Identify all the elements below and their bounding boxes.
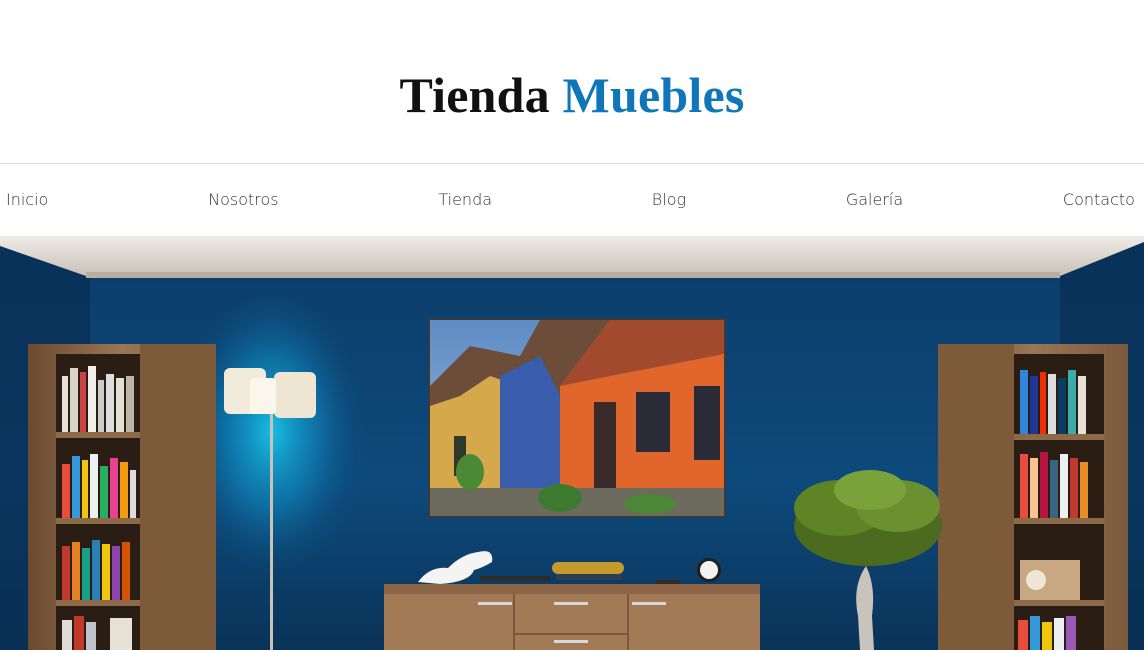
nav-link-nosotros[interactable]: Nosotros	[208, 190, 279, 209]
nav-link-blog[interactable]: Blog	[652, 190, 686, 209]
nav-link-galeria[interactable]: Galería	[846, 190, 903, 209]
site-logo[interactable]: Tienda Muebles	[399, 66, 744, 124]
nav-link-contacto[interactable]: Contacto	[1063, 190, 1135, 209]
hero-banner	[0, 236, 1144, 650]
hero-image	[0, 236, 1144, 650]
nav-link-inicio[interactable]: Inicio	[6, 190, 48, 209]
logo-accent-text: Muebles	[562, 66, 745, 123]
logo-text: Tienda	[399, 66, 550, 123]
nav-link-tienda[interactable]: Tienda	[438, 190, 492, 209]
site-header: Tienda Muebles	[0, 0, 1144, 163]
main-navigation: Inicio Nosotros Tienda Blog Galería Cont…	[0, 163, 1144, 235]
